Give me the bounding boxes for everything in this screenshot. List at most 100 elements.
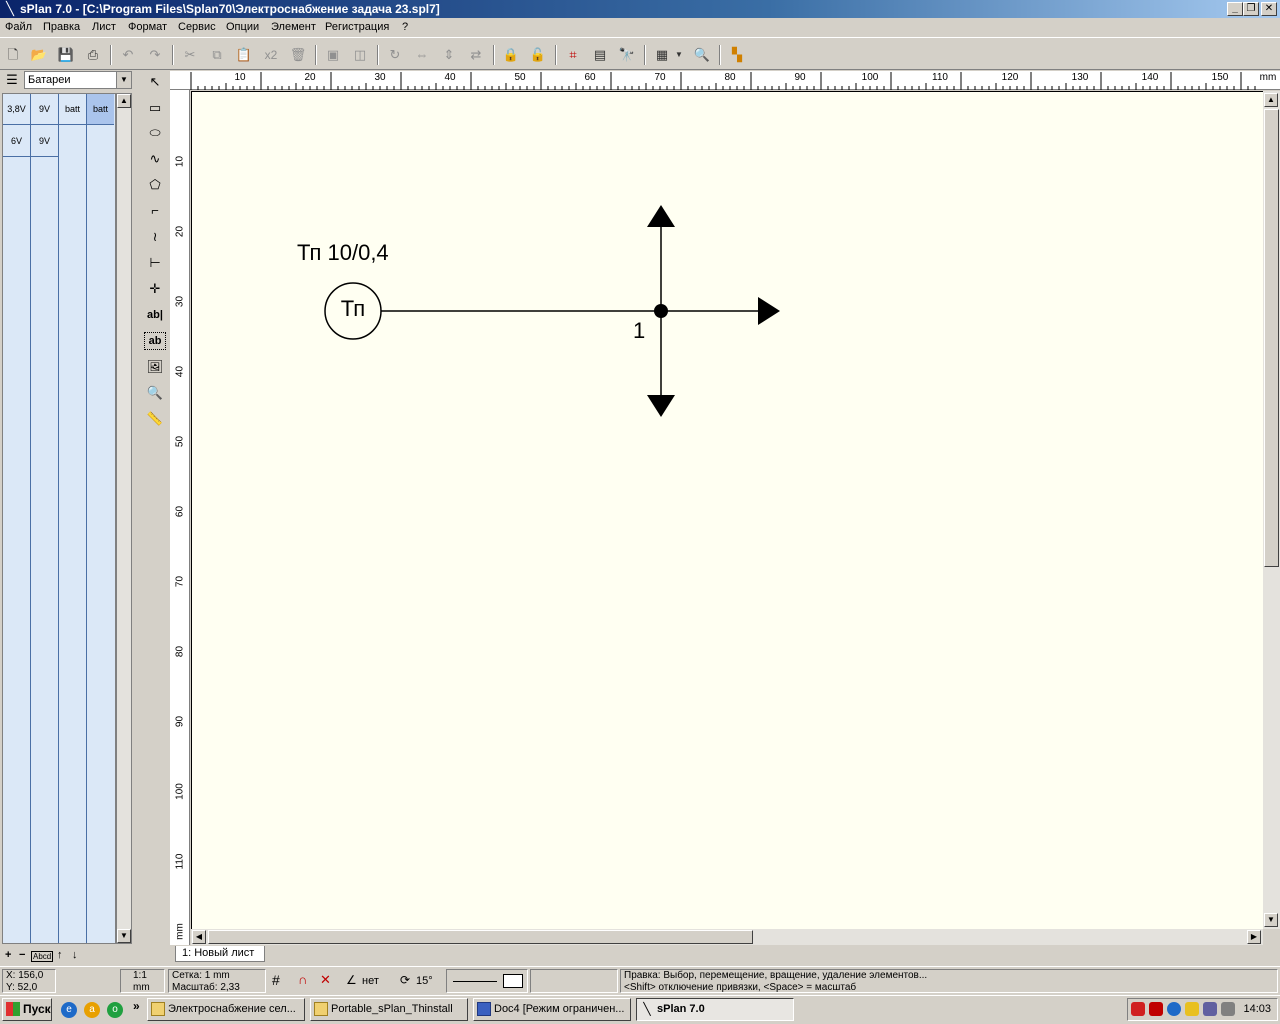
start-button[interactable]: Пуск <box>2 998 52 1021</box>
minimize-button[interactable]: _ <box>1227 2 1243 16</box>
new-file-icon[interactable]: 🗋 <box>3 45 23 65</box>
undo-icon[interactable]: ↶ <box>118 45 138 65</box>
node-label[interactable]: 1 <box>633 318 645 344</box>
move-up-button[interactable]: ↑ <box>57 949 63 961</box>
snap-off-icon[interactable]: ✕ <box>320 972 331 988</box>
chevron-down-icon[interactable]: ▼ <box>116 72 131 88</box>
library-item-battery-2[interactable]: 9V <box>31 94 58 125</box>
duplicate-icon[interactable]: x2 <box>261 45 281 65</box>
quicklaunch-more-icon[interactable]: » <box>133 999 140 1013</box>
arrow-down[interactable] <box>647 395 675 417</box>
monitor-icon[interactable] <box>1203 1002 1217 1016</box>
mirror-v-icon[interactable]: ⇕ <box>439 45 459 65</box>
taskbar-item-2[interactable]: Portable_sPlan_Thinstall <box>310 998 468 1021</box>
canvas-horizontal-scrollbar[interactable]: ◀ ▶ <box>191 929 1263 945</box>
menu-element[interactable]: Элемент <box>271 21 316 33</box>
remove-library-button[interactable]: − <box>19 949 25 961</box>
freehand-icon[interactable]: ∿ <box>144 148 166 170</box>
layers-icon[interactable]: ☰ <box>3 72 21 88</box>
text-icon[interactable]: ab| <box>144 304 166 326</box>
library-item-battery-6[interactable]: 9V <box>31 126 58 157</box>
volume-icon[interactable] <box>1221 1002 1235 1016</box>
redo-icon[interactable]: ↷ <box>145 45 165 65</box>
drawing-canvas[interactable]: Тп 10/0,4 Тп 1 <box>191 91 1263 929</box>
save-icon[interactable]: 💾 <box>56 45 76 65</box>
scroll-up-icon[interactable]: ▲ <box>1264 93 1278 107</box>
rotation-value[interactable]: 15° <box>416 975 433 987</box>
rename-library-button[interactable]: Abcd <box>31 951 54 962</box>
menu-options[interactable]: Опции <box>226 21 259 33</box>
textbox-icon[interactable]: ab <box>144 332 166 350</box>
grid-toggle-icon[interactable]: # <box>272 972 280 988</box>
unlock-icon[interactable]: 🔓 <box>528 45 548 65</box>
restore-button[interactable]: ❐ <box>1243 2 1259 16</box>
junction-icon[interactable]: ✛ <box>144 278 166 300</box>
open-file-icon[interactable]: 📂 <box>29 45 49 65</box>
menu-sheet[interactable]: Лист <box>92 21 116 33</box>
shield-icon[interactable] <box>1131 1002 1145 1016</box>
vertical-scroll-thumb[interactable] <box>1264 109 1279 567</box>
add-library-button[interactable]: + <box>5 949 11 961</box>
angle-snap-value[interactable]: нет <box>362 975 379 987</box>
image-icon[interactable]: 🖼 <box>144 356 166 378</box>
snap-icon[interactable]: ⌗ <box>563 45 583 65</box>
library-scrollbar[interactable]: ▲ ▼ <box>116 93 132 944</box>
delete-icon[interactable]: 🗑 <box>288 45 308 65</box>
opera-icon[interactable]: o <box>107 1002 123 1018</box>
cut-icon[interactable]: ✂ <box>180 45 200 65</box>
network-icon[interactable] <box>1185 1002 1199 1016</box>
rotate-icon[interactable]: ↻ <box>385 45 405 65</box>
horizontal-scroll-thumb[interactable] <box>208 930 753 944</box>
group-icon[interactable]: ▣ <box>323 45 343 65</box>
sheet-tab[interactable]: 1: Новый лист <box>175 946 265 962</box>
grid-dropdown-icon[interactable]: ▼ <box>673 45 685 65</box>
kaspersky-icon[interactable] <box>1149 1002 1163 1016</box>
library-item-battery-1[interactable]: 3,8V <box>3 94 30 125</box>
menu-file[interactable]: Файл <box>5 21 32 33</box>
avast-icon[interactable]: a <box>84 1002 100 1018</box>
bezier-icon[interactable]: ≀ <box>144 226 166 248</box>
scroll-left-icon[interactable]: ◀ <box>192 930 206 944</box>
measure-icon[interactable]: 📏 <box>144 408 166 430</box>
polygon-icon[interactable]: ⬠ <box>144 174 166 196</box>
ungroup-icon[interactable]: ◫ <box>350 45 370 65</box>
grid-icon[interactable]: ▦ <box>652 45 672 65</box>
menu-format[interactable]: Формат <box>128 21 167 33</box>
page-icon[interactable]: ▤ <box>590 45 610 65</box>
taskbar-item-4[interactable]: ╲ sPlan 7.0 <box>636 998 794 1021</box>
paste-icon[interactable]: 📋 <box>234 45 254 65</box>
colors-icon[interactable]: ▚ <box>727 45 747 65</box>
line-style-display[interactable] <box>446 969 528 993</box>
zoom-icon[interactable]: 🔍 <box>692 45 712 65</box>
arrow-right[interactable] <box>758 297 780 325</box>
scroll-down-icon[interactable]: ▼ <box>117 929 131 943</box>
scroll-down-icon[interactable]: ▼ <box>1264 913 1278 927</box>
move-down-button[interactable]: ↓ <box>72 949 78 961</box>
grid-scale-display[interactable]: Сетка: 1 mm Масштаб: 2,33 <box>168 969 266 993</box>
find-icon[interactable]: 🔭 <box>617 45 637 65</box>
print-icon[interactable]: ⎙ <box>83 45 103 65</box>
ellipse-icon[interactable]: ⬭ <box>144 122 166 144</box>
library-item-battery-3[interactable]: batt <box>59 94 86 125</box>
taskbar-item-3[interactable]: Doc4 [Режим ограничен... <box>473 998 631 1021</box>
flip-icon[interactable]: ⇄ <box>466 45 486 65</box>
library-item-battery-5[interactable]: 6V <box>3 126 30 157</box>
transformer-label[interactable]: Тп 10/0,4 <box>297 240 389 266</box>
app-icon[interactable]: ╲ <box>2 1 18 17</box>
canvas-vertical-scrollbar[interactable]: ▲ ▼ <box>1263 91 1280 929</box>
pointer-icon[interactable]: ↖ <box>144 71 166 93</box>
menu-help[interactable]: ? <box>402 21 408 33</box>
library-item-battery-4[interactable]: batt <box>87 94 114 125</box>
node-junction[interactable] <box>654 304 668 318</box>
scroll-right-icon[interactable]: ▶ <box>1247 930 1261 944</box>
scroll-up-icon[interactable]: ▲ <box>117 94 131 108</box>
rectangle-icon[interactable]: ▭ <box>144 97 166 119</box>
magnet-icon[interactable]: ∩ <box>298 972 307 987</box>
copy-icon[interactable]: ⧉ <box>207 45 227 65</box>
close-button[interactable]: ✕ <box>1261 2 1277 16</box>
menu-registration[interactable]: Регистрация <box>325 21 389 33</box>
menu-service[interactable]: Сервис <box>178 21 216 33</box>
taskbar-item-1[interactable]: Электроснабжение сел... <box>147 998 305 1021</box>
library-select[interactable]: Батареи ▼ <box>24 71 132 89</box>
ie-icon[interactable]: e <box>61 1002 77 1018</box>
